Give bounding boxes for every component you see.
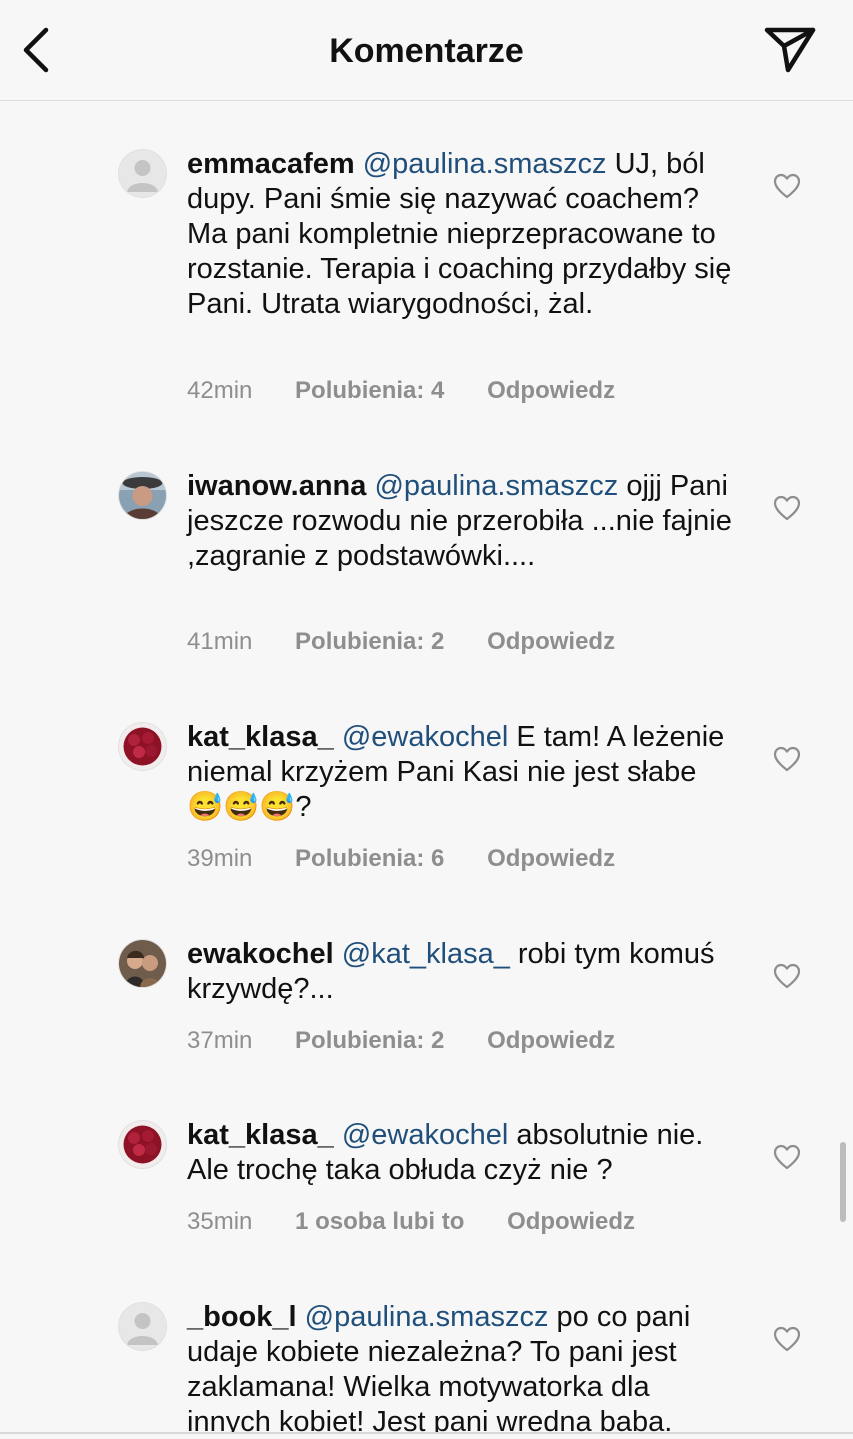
- comment-likes[interactable]: Polubienia: 2: [295, 1026, 444, 1056]
- comment-text: kat_klasa_ @ewakochel E tam! A leżenie n…: [187, 720, 735, 825]
- comment-mention[interactable]: @paulina.smaszcz: [305, 1301, 549, 1333]
- reply-button[interactable]: Odpowiedz: [487, 1026, 615, 1056]
- comment-time: 42min: [187, 377, 253, 404]
- divider: [0, 1432, 853, 1434]
- comment-username[interactable]: ewakochel: [187, 938, 334, 970]
- like-button[interactable]: [770, 1142, 804, 1176]
- comment-likes[interactable]: Polubienia: 2: [295, 627, 444, 657]
- comment-username[interactable]: iwanow.anna: [187, 470, 366, 502]
- scrollbar[interactable]: [840, 1142, 846, 1222]
- raspberries-avatar-icon[interactable]: [119, 1121, 166, 1168]
- like-button[interactable]: [770, 493, 804, 527]
- comment-username[interactable]: kat_klasa_: [187, 721, 334, 753]
- reply-button[interactable]: Odpowiedz: [487, 844, 615, 874]
- like-button[interactable]: [770, 1324, 804, 1358]
- heart-icon: [773, 1144, 801, 1175]
- like-button[interactable]: [770, 961, 804, 995]
- comment-meta: 37min Polubienia: 2 Odpowiedz: [187, 1026, 615, 1056]
- comment-mention[interactable]: @paulina.smaszcz: [374, 470, 618, 502]
- comment-meta: 41min Polubienia: 2 Odpowiedz: [187, 627, 615, 657]
- comment-time: 39min: [187, 845, 253, 872]
- comment-mention[interactable]: @paulina.smaszcz: [363, 148, 607, 180]
- like-button[interactable]: [770, 171, 804, 205]
- paper-plane-icon: [764, 26, 816, 79]
- header: Komentarze: [0, 0, 853, 101]
- comment-text: iwanow.anna @paulina.smaszcz ojjj Pani j…: [187, 469, 735, 574]
- photo-avatar-icon[interactable]: [119, 940, 166, 987]
- comment-time: 41min: [187, 628, 253, 655]
- comment-mention[interactable]: @ewakochel: [342, 1119, 508, 1151]
- comment-text: emmacafem @paulina.smaszcz UJ, ból dupy.…: [187, 147, 735, 322]
- photo-avatar-icon[interactable]: [119, 472, 166, 519]
- default-avatar-icon[interactable]: [119, 150, 166, 197]
- comment-time: 37min: [187, 1027, 253, 1054]
- comment-text: ewakochel @kat_klasa_ robi tym komuś krz…: [187, 937, 735, 1007]
- heart-icon: [773, 746, 801, 777]
- reply-button[interactable]: Odpowiedz: [507, 1207, 635, 1237]
- heart-icon: [773, 963, 801, 994]
- comment-likes[interactable]: Polubienia: 4: [295, 376, 444, 406]
- heart-icon: [773, 1326, 801, 1357]
- comment-meta: 35min 1 osoba lubi to Odpowiedz: [187, 1207, 635, 1237]
- reply-button[interactable]: Odpowiedz: [487, 376, 615, 406]
- comment-text: _book_l @paulina.smaszcz po co pani udaj…: [187, 1300, 735, 1432]
- comment-likes[interactable]: Polubienia: 6: [295, 844, 444, 874]
- comment-meta: 42min Polubienia: 4 Odpowiedz: [187, 376, 615, 406]
- comment-item: _book_l @paulina.smaszcz po co pani udaj…: [0, 1300, 853, 1432]
- send-button[interactable]: [762, 26, 818, 78]
- comment-meta: 39min Polubienia: 6 Odpowiedz: [187, 844, 615, 874]
- comment-text: kat_klasa_ @ewakochel absolutnie nie. Al…: [187, 1118, 735, 1188]
- heart-icon: [773, 173, 801, 204]
- page-title: Komentarze: [329, 32, 524, 70]
- comment-time: 35min: [187, 1208, 253, 1235]
- comment-username[interactable]: _book_l: [187, 1301, 297, 1333]
- comment-likes[interactable]: 1 osoba lubi to: [295, 1207, 464, 1237]
- default-avatar-icon[interactable]: [119, 1303, 166, 1350]
- comment-username[interactable]: emmacafem: [187, 148, 355, 180]
- like-button[interactable]: [770, 744, 804, 778]
- raspberries-avatar-icon[interactable]: [119, 723, 166, 770]
- heart-icon: [773, 495, 801, 526]
- reply-button[interactable]: Odpowiedz: [487, 627, 615, 657]
- comment-mention[interactable]: @kat_klasa_: [342, 938, 510, 970]
- comment-mention[interactable]: @ewakochel: [342, 721, 508, 753]
- comment-username[interactable]: kat_klasa_: [187, 1119, 334, 1151]
